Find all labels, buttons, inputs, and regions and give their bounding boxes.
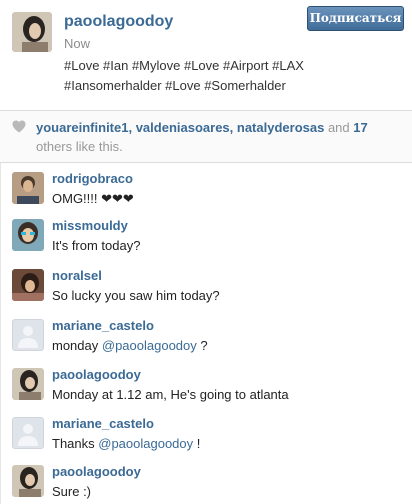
post-timestamp: Now — [64, 36, 91, 51]
comment-username[interactable]: mariane_castelo — [52, 318, 154, 333]
commenter-avatar[interactable] — [12, 465, 44, 497]
person-silhouette-icon[interactable] — [12, 319, 44, 351]
comment-username[interactable]: paoolagoodoy — [52, 367, 141, 382]
comment-username[interactable]: noralsel — [52, 268, 102, 283]
comment-item: mariane_castelo Thanks @paoolagoodoy ! — [1, 408, 412, 456]
comment-text: Monday at 1.12 am, He's going to atlanta — [52, 387, 289, 402]
commenter-avatar[interactable] — [12, 219, 44, 251]
likes-separator: , — [229, 120, 237, 135]
commenter-avatar[interactable] — [12, 368, 44, 400]
comment-username[interactable]: rodrigobraco — [52, 171, 133, 186]
comment-text: OMG!!!! ❤❤❤ — [52, 191, 134, 206]
comment-username[interactable]: mariane_castelo — [52, 416, 154, 431]
owner-avatar[interactable] — [12, 12, 52, 52]
comment-text-part: ? — [196, 338, 208, 353]
comment-item: mariane_castelo monday @paoolagoodoy ? — [1, 310, 412, 358]
comment-text: Thanks @paoolagoodoy ! — [52, 436, 200, 451]
comment-text: It's from today? — [52, 238, 141, 253]
commenter-avatar[interactable] — [12, 269, 44, 301]
post-header: paoolagoodoy Now #Love #Ian #Mylove #Lov… — [0, 0, 412, 110]
likes-count[interactable]: 17 — [353, 120, 367, 135]
comment-text: So lucky you saw him today? — [52, 288, 220, 303]
comment-item: rodrigobraco OMG!!!! ❤❤❤ — [1, 163, 412, 211]
likes-and: and — [324, 120, 354, 135]
likes-bar: youareinfinite1, valdeniasoares, natalyd… — [0, 111, 412, 162]
likes-summary: youareinfinite1, valdeniasoares, natalyd… — [36, 118, 396, 156]
liker-link[interactable]: valdeniasoares — [136, 120, 230, 135]
comment-list: rodrigobraco OMG!!!! ❤❤❤ missmouldy It's… — [0, 163, 412, 504]
comment-item: noralsel So lucky you saw him today? — [1, 260, 412, 308]
follow-button[interactable]: Подписаться — [307, 6, 404, 31]
liker-link[interactable]: natalyderosas — [237, 120, 324, 135]
comment-item: paoolagoodoy Sure :) — [1, 456, 412, 504]
heart-icon[interactable] — [12, 120, 26, 133]
comment-text: Sure :) — [52, 484, 92, 499]
comment-text-part: monday — [52, 338, 102, 353]
comment-text-part: Thanks — [52, 436, 99, 451]
comment-text-part: ! — [193, 436, 201, 451]
person-silhouette-icon[interactable] — [12, 417, 44, 449]
comment-username[interactable]: missmouldy — [52, 218, 128, 233]
post-caption: #Love #Ian #Mylove #Love #Airport #LAX #… — [64, 58, 304, 93]
comment-item: missmouldy It's from today? — [1, 210, 412, 258]
comment-username[interactable]: paoolagoodoy — [52, 464, 141, 479]
likes-suffix: others like this. — [36, 139, 123, 154]
comment-item: paoolagoodoy Monday at 1.12 am, He's goi… — [1, 359, 412, 407]
likes-separator: , — [128, 120, 136, 135]
liker-link[interactable]: youareinfinite1 — [36, 120, 128, 135]
mention-link[interactable]: @paoolagoodoy — [102, 338, 197, 353]
mention-link[interactable]: @paoolagoodoy — [98, 436, 193, 451]
owner-username[interactable]: paoolagoodoy — [64, 13, 173, 31]
commenter-avatar[interactable] — [12, 172, 44, 204]
comment-text: monday @paoolagoodoy ? — [52, 338, 208, 353]
